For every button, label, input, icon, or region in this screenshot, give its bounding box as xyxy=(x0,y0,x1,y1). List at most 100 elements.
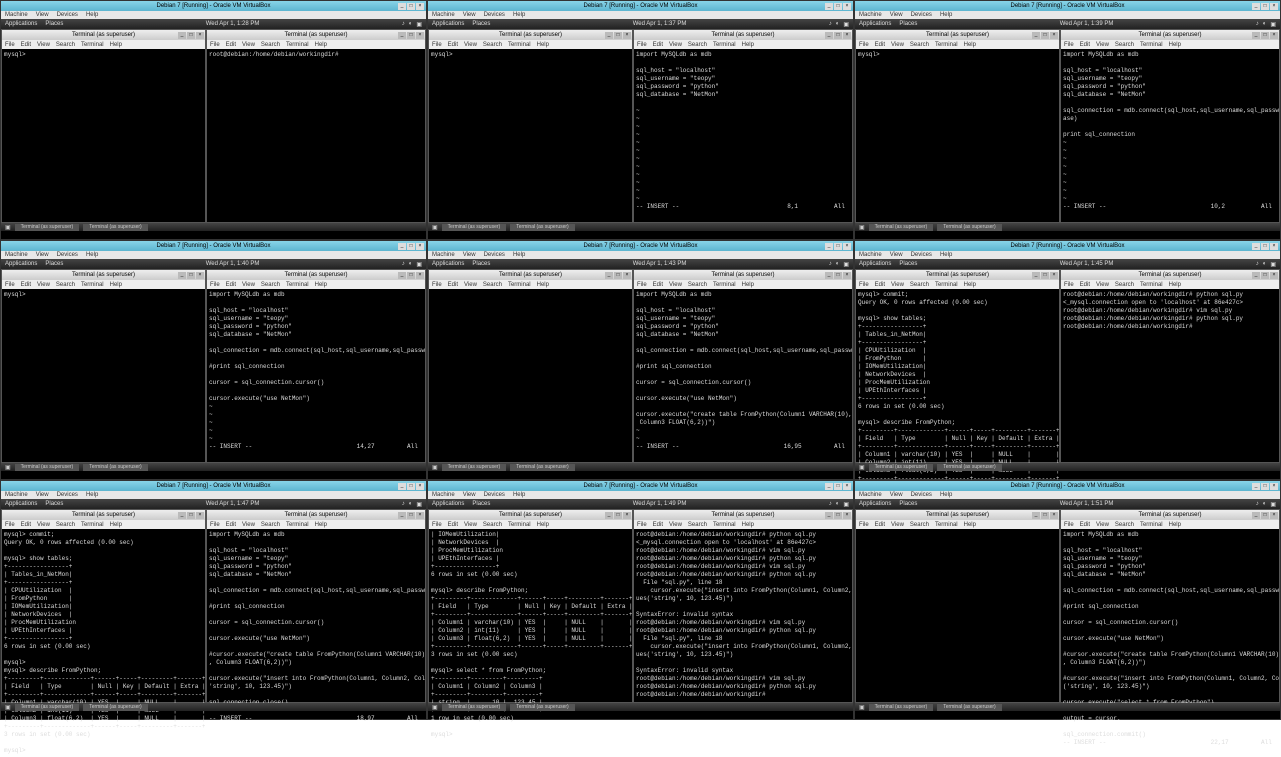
menu-terminal[interactable]: Terminal xyxy=(286,42,309,48)
vm-menu-help[interactable]: Help xyxy=(513,252,525,258)
terminal-output[interactable]: import MySQLdb as mdb sql_host = "localh… xyxy=(207,529,425,725)
terminal-window-left[interactable]: Terminal (as superuser)_□× FileEditViewS… xyxy=(428,29,633,223)
vm-close-icon[interactable]: × xyxy=(416,3,424,10)
menu-view[interactable]: View xyxy=(1096,282,1109,288)
tray-icon[interactable]: ▣ xyxy=(416,501,422,508)
menu-view[interactable]: View xyxy=(464,522,477,528)
terminal-window-right[interactable]: Terminal (as superuser)_□× FileEditViewS… xyxy=(1060,509,1280,703)
menu-search[interactable]: Search xyxy=(910,282,929,288)
menu-view[interactable]: View xyxy=(37,522,50,528)
taskbar-item[interactable]: Terminal (as superuser) xyxy=(937,224,1002,231)
vm-titlebar[interactable]: Debian 7 [Running] - Oracle VM VirtualBo… xyxy=(428,1,853,11)
vm-maximize-icon[interactable]: □ xyxy=(834,243,842,250)
maximize-icon[interactable]: □ xyxy=(1261,272,1269,279)
vm-close-icon[interactable]: × xyxy=(1270,243,1278,250)
gnome-bottom-panel[interactable]: ▣ Terminal (as superuser)Terminal (as su… xyxy=(428,223,853,231)
close-icon[interactable]: × xyxy=(416,512,424,519)
menu-file[interactable]: File xyxy=(210,282,220,288)
terminal-window-right[interactable]: Terminal (as superuser)_□× FileEditViewS… xyxy=(633,269,853,463)
menu-edit[interactable]: Edit xyxy=(21,42,31,48)
tray-icon[interactable]: ▣ xyxy=(843,261,849,268)
menu-edit[interactable]: Edit xyxy=(448,522,458,528)
minimize-icon[interactable]: _ xyxy=(178,272,186,279)
terminal-menubar[interactable]: FileEditViewSearchTerminalHelp xyxy=(429,40,632,49)
terminal-window-left[interactable]: Terminal (as superuser)_□× FileEditViewS… xyxy=(428,509,633,703)
menu-help[interactable]: Help xyxy=(1169,42,1181,48)
terminal-menubar[interactable]: FileEditViewSearchTerminalHelp xyxy=(2,280,205,289)
vm-minimize-icon[interactable]: _ xyxy=(825,483,833,490)
vm-menu-view[interactable]: View xyxy=(890,12,903,18)
minimize-icon[interactable]: _ xyxy=(398,512,406,519)
tray-icon[interactable]: ▣ xyxy=(1270,501,1276,508)
maximize-icon[interactable]: □ xyxy=(1041,32,1049,39)
gnome-bottom-panel[interactable]: ▣ Terminal (as superuser)Terminal (as su… xyxy=(1,703,426,711)
terminal-titlebar[interactable]: Terminal (as superuser)_□× xyxy=(634,270,852,280)
menu-terminal[interactable]: Terminal xyxy=(286,282,309,288)
terminal-output[interactable]: import MySQLdb as mdb sql_host = "localh… xyxy=(1061,529,1279,749)
vm-menu-view[interactable]: View xyxy=(463,252,476,258)
taskbar-item[interactable]: Terminal (as superuser) xyxy=(442,704,507,711)
vm-titlebar[interactable]: Debian 7 [Running] - Oracle VM VirtualBo… xyxy=(1,481,426,491)
minimize-icon[interactable]: _ xyxy=(1032,512,1040,519)
menu-terminal[interactable]: Terminal xyxy=(713,42,736,48)
menu-view[interactable]: View xyxy=(464,42,477,48)
tray-icon[interactable]: ◐ xyxy=(836,261,840,268)
tray-icon[interactable]: ♪ xyxy=(829,261,832,268)
menu-search[interactable]: Search xyxy=(483,282,502,288)
gnome-bottom-panel[interactable]: ▣ Terminal (as superuser)Terminal (as su… xyxy=(428,703,853,711)
menu-search[interactable]: Search xyxy=(1115,522,1134,528)
terminal-titlebar[interactable]: Terminal (as superuser)_□× xyxy=(1061,30,1279,40)
gnome-top-panel[interactable]: ApplicationsPlaces Wed Apr 1, 1:28 PM ♪◐… xyxy=(1,19,426,29)
tray-icon[interactable]: ◐ xyxy=(409,501,413,508)
vm-menubar[interactable]: MachineViewDevicesHelp xyxy=(1,491,426,499)
vm-menu-devices[interactable]: Devices xyxy=(484,252,505,258)
close-icon[interactable]: × xyxy=(196,32,204,39)
minimize-icon[interactable]: _ xyxy=(605,512,613,519)
menu-terminal[interactable]: Terminal xyxy=(81,522,104,528)
gnome-bottom-panel[interactable]: ▣ Terminal (as superuser)Terminal (as su… xyxy=(428,463,853,471)
menu-terminal[interactable]: Terminal xyxy=(935,282,958,288)
vm-menu-devices[interactable]: Devices xyxy=(57,252,78,258)
terminal-output[interactable]: mysql> xyxy=(429,49,632,61)
tray-icon[interactable]: ◐ xyxy=(1263,21,1267,28)
menu-help[interactable]: Help xyxy=(742,522,754,528)
taskbar-item[interactable]: Terminal (as superuser) xyxy=(869,704,934,711)
maximize-icon[interactable]: □ xyxy=(1261,512,1269,519)
terminal-menubar[interactable]: FileEditViewSearchTerminalHelp xyxy=(2,520,205,529)
clock[interactable]: Wed Apr 1, 1:43 PM xyxy=(633,261,687,267)
menu-search[interactable]: Search xyxy=(261,522,280,528)
taskbar-item[interactable]: Terminal (as superuser) xyxy=(15,704,80,711)
vm-menu-devices[interactable]: Devices xyxy=(911,12,932,18)
terminal-output[interactable]: mysql> xyxy=(2,289,205,301)
tray-icon[interactable]: ♪ xyxy=(829,21,832,28)
menu-search[interactable]: Search xyxy=(56,42,75,48)
menu-help[interactable]: Help xyxy=(315,42,327,48)
menu-search[interactable]: Search xyxy=(261,42,280,48)
menu-help[interactable]: Help xyxy=(315,522,327,528)
vm-minimize-icon[interactable]: _ xyxy=(1252,3,1260,10)
clock[interactable]: Wed Apr 1, 1:37 PM xyxy=(633,21,687,27)
terminal-titlebar[interactable]: Terminal (as superuser)_□× xyxy=(856,510,1059,520)
maximize-icon[interactable]: □ xyxy=(614,272,622,279)
vm-menu-help[interactable]: Help xyxy=(86,252,98,258)
terminal-output[interactable]: mysql> xyxy=(2,49,205,61)
close-icon[interactable]: × xyxy=(843,512,851,519)
terminal-menubar[interactable]: FileEditViewSearchTerminalHelp xyxy=(856,280,1059,289)
close-icon[interactable]: × xyxy=(1270,32,1278,39)
terminal-window-right[interactable]: Terminal (as superuser)_□× FileEditViewS… xyxy=(633,29,853,223)
terminal-titlebar[interactable]: Terminal (as superuser)_□× xyxy=(634,510,852,520)
terminal-titlebar[interactable]: Terminal (as superuser)_□× xyxy=(856,270,1059,280)
menu-terminal[interactable]: Terminal xyxy=(713,282,736,288)
menu-terminal[interactable]: Terminal xyxy=(1140,282,1163,288)
vm-menu-view[interactable]: View xyxy=(463,12,476,18)
tray-icon[interactable]: ♪ xyxy=(402,261,405,268)
places-menu[interactable]: Places xyxy=(899,21,917,27)
vm-menu-machine[interactable]: Machine xyxy=(859,492,882,498)
gnome-top-panel[interactable]: ApplicationsPlaces Wed Apr 1, 1:47 PM ♪◐… xyxy=(1,499,426,509)
vm-titlebar[interactable]: Debian 7 [Running] - Oracle VM VirtualBo… xyxy=(855,241,1280,251)
terminal-window-right[interactable]: Terminal (as superuser)_□× FileEditViewS… xyxy=(206,29,426,223)
tray-icon[interactable]: ♪ xyxy=(1256,21,1259,28)
close-icon[interactable]: × xyxy=(623,272,631,279)
terminal-menubar[interactable]: FileEditViewSearchTerminalHelp xyxy=(1061,520,1279,529)
terminal-titlebar[interactable]: Terminal (as superuser)_□× xyxy=(1061,270,1279,280)
